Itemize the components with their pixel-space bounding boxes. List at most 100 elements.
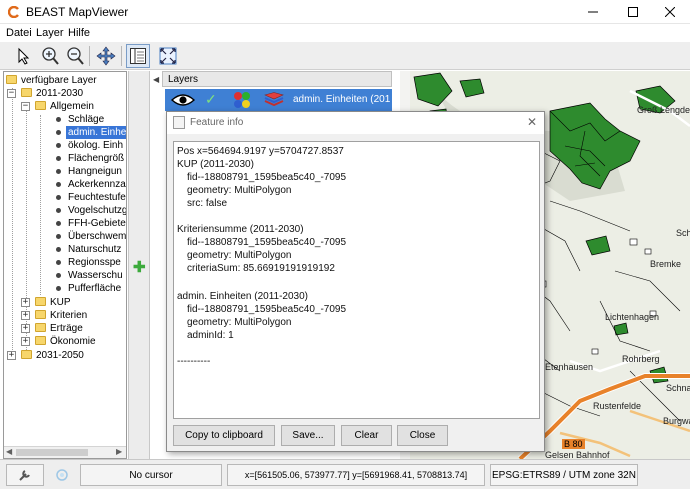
tree-guide: [40, 115, 41, 295]
collapse-left-icon[interactable]: ◀: [153, 75, 159, 84]
layer-row[interactable]: ✓ admin. Einheiten (201: [165, 89, 392, 111]
scroll-thumb[interactable]: [16, 449, 88, 456]
color-style-icon[interactable]: [233, 91, 251, 109]
layers-header-label: Layers: [168, 74, 199, 85]
visibility-eye-icon[interactable]: [171, 93, 195, 107]
menu-bar: Datei Layer Hilfe: [0, 24, 690, 42]
scroll-left-icon[interactable]: ◀: [6, 447, 12, 456]
layer-panel-icon: [130, 48, 146, 64]
layers-header: Layers: [162, 71, 392, 87]
expand-icon[interactable]: +: [21, 311, 30, 320]
toolbar: [0, 42, 690, 70]
crs-indicator[interactable]: EPSG:ETRS89 / UTM zone 32N: [490, 464, 638, 486]
dialog-title: Feature info: [190, 117, 244, 128]
tree-root-label: verfügbare Layer: [21, 75, 97, 86]
map-extent: x=[561505.06, 573977.77] y=[5691968.41, …: [227, 464, 485, 486]
close-window-button[interactable]: [650, 0, 690, 24]
map-place-label: Lichtenhagen: [605, 312, 660, 322]
status-bar: No cursor x=[561505.06, 573977.77] y=[56…: [0, 459, 690, 489]
bullet-icon: [56, 195, 61, 200]
bullet-icon: [56, 169, 61, 174]
save-button[interactable]: Save...: [281, 425, 335, 446]
expand-icon[interactable]: +: [7, 351, 16, 360]
add-layer-icon[interactable]: ✚: [133, 258, 146, 276]
bullet-icon: [56, 286, 61, 291]
tree-item-label: FFH-Gebiete: [68, 218, 126, 229]
tree-item-label: Wasserschu: [68, 270, 123, 281]
clear-button[interactable]: Clear: [341, 425, 392, 446]
info-line: src: false: [187, 198, 228, 209]
dialog-title-bar: Feature info ✕: [167, 112, 544, 134]
menu-hilfe[interactable]: Hilfe: [68, 27, 90, 39]
bullet-icon: [56, 156, 61, 161]
tree-item-label: Flächengröß: [68, 153, 125, 164]
collapse-icon[interactable]: −: [21, 102, 30, 111]
pan-icon: [96, 46, 116, 66]
map-place-label: Groß Lengde: [637, 105, 690, 115]
zoom-in-button[interactable]: [38, 44, 62, 68]
select-tool-button[interactable]: [13, 44, 37, 68]
expand-icon[interactable]: +: [21, 324, 30, 333]
tree-horizontal-scrollbar[interactable]: ◀ ▶: [4, 446, 126, 458]
pan-button[interactable]: [94, 44, 118, 68]
expand-icon[interactable]: +: [21, 298, 30, 307]
info-line: Kriteriensumme (2011-2030): [177, 224, 304, 235]
info-line: ----------: [177, 356, 211, 367]
info-line: geometry: MultiPolygon: [187, 185, 292, 196]
folder-icon: [35, 323, 46, 332]
info-line: admin. Einheiten (2011-2030): [177, 291, 309, 302]
tree-guide: [12, 88, 13, 358]
folder-icon: [35, 297, 46, 306]
close-icon: [665, 7, 675, 17]
tree-item-label: Ackerkennza: [68, 179, 126, 190]
scroll-right-icon[interactable]: ▶: [116, 447, 122, 456]
copy-to-clipboard-button[interactable]: Copy to clipboard: [173, 425, 275, 446]
folder-icon: [35, 336, 46, 345]
title-bar: BEAST MapViewer: [0, 0, 690, 24]
info-line: geometry: MultiPolygon: [187, 317, 292, 328]
zoom-extent-icon: [159, 47, 177, 65]
folder-icon: [35, 310, 46, 319]
map-place-label: Etenhausen: [545, 362, 594, 372]
spinner-icon: [56, 469, 68, 481]
dialog-close-icon[interactable]: ✕: [527, 115, 537, 129]
tree-group-label: KUP: [50, 297, 71, 308]
zoom-in-icon: [42, 47, 59, 65]
minimize-icon: [588, 11, 598, 13]
menu-layer[interactable]: Layer: [36, 27, 64, 39]
menu-datei[interactable]: Datei: [6, 27, 32, 39]
layer-panel-toggle-button[interactable]: [126, 44, 150, 68]
zoom-out-button[interactable]: [63, 44, 87, 68]
checkmark-icon[interactable]: ✓: [205, 91, 217, 108]
folder-icon: [35, 101, 46, 110]
tree-group-label: Ökonomie: [50, 336, 96, 347]
maximize-button[interactable]: [613, 0, 653, 24]
settings-tool-button[interactable]: [6, 464, 44, 486]
app-logo-icon: [8, 6, 19, 18]
select-arrow-icon: [18, 47, 30, 65]
maximize-icon: [628, 7, 638, 17]
collapse-icon[interactable]: −: [7, 89, 16, 98]
tree-item-label: Überschwem: [68, 231, 127, 242]
map-place-label: Rohrberg: [622, 354, 660, 364]
info-line: Pos x=564694.9197 y=5704727.8537: [177, 146, 344, 157]
bullet-icon: [56, 182, 61, 187]
loading-indicator: [55, 468, 69, 485]
zoom-extent-button[interactable]: [156, 44, 180, 68]
toolbar-separator: [89, 46, 90, 66]
tree-group-label: Allgemein: [50, 101, 94, 112]
info-line: criteriaSum: 85.66919191919192: [187, 263, 335, 274]
layer-name: admin. Einheiten (201: [293, 94, 391, 105]
tree-item-label: Pufferfläche: [68, 283, 122, 294]
tree-group-label: 2031-2050: [36, 350, 84, 361]
bullet-icon: [56, 234, 61, 239]
layer-tree[interactable]: verfügbare Layer − 2011-2030 − Allgemein…: [3, 71, 127, 459]
map-place-label: Schö: [676, 228, 690, 238]
close-button[interactable]: Close: [397, 425, 448, 446]
tree-item-label: Schläge: [68, 114, 105, 125]
minimize-button[interactable]: [573, 0, 613, 24]
layer-stack-icon: [264, 92, 284, 107]
map-place-label: Rustenfelde: [593, 401, 642, 411]
expand-icon[interactable]: +: [21, 337, 30, 346]
feature-info-text[interactable]: Pos x=564694.9197 y=5704727.8537 KUP (20…: [173, 141, 540, 419]
